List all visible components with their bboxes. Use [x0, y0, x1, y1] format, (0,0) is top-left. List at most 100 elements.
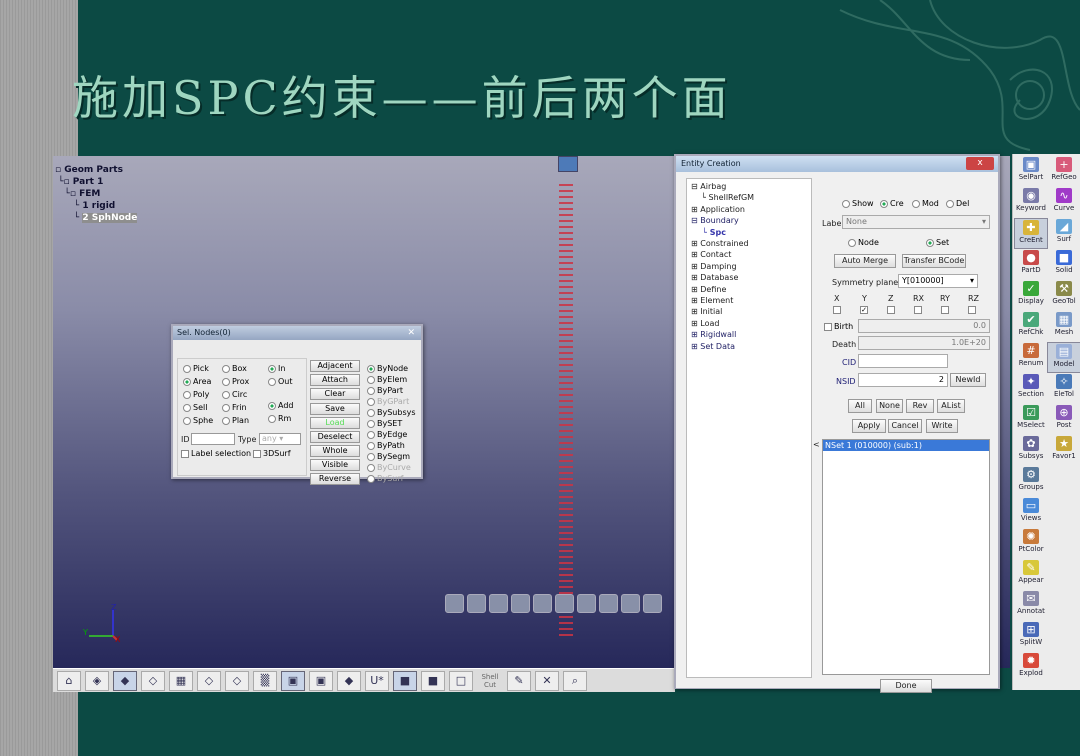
cancel-button[interactable]: Cancel — [888, 419, 922, 433]
geotol-button[interactable]: ⚒ GeoTol — [1047, 280, 1080, 311]
mode-byelem[interactable]: ByElem — [367, 375, 407, 384]
radio-box[interactable]: Box — [222, 364, 247, 373]
birth-input[interactable]: 0.0 — [858, 319, 990, 333]
label-selection-checkbox[interactable]: Label selection — [181, 449, 251, 458]
mode-bycurve[interactable]: ByCurve — [367, 463, 411, 472]
keyword-button[interactable]: ◉ Keyword — [1014, 187, 1048, 218]
dof-z-checkbox[interactable] — [887, 306, 895, 314]
save-button[interactable]: Save — [310, 403, 360, 415]
radio-set[interactable]: Set — [926, 238, 949, 247]
appear-button[interactable]: ✎ Appear — [1014, 559, 1048, 590]
radio-show[interactable]: Show — [842, 199, 874, 208]
tree-node-define[interactable]: ⊞ Define — [691, 284, 811, 295]
3dsurf-checkbox[interactable]: 3DSurf — [253, 449, 291, 458]
radio-out[interactable]: Out — [268, 377, 293, 386]
radio-circ[interactable]: Circ — [222, 390, 247, 399]
cid-input[interactable] — [858, 354, 948, 368]
wire-view-icon[interactable]: ◈ — [85, 670, 109, 691]
dof-rx-checkbox[interactable] — [914, 306, 922, 314]
radio-area[interactable]: Area — [183, 377, 211, 386]
zoom-icon[interactable]: ⌕ — [563, 670, 587, 691]
explod-button[interactable]: ✹ Explod — [1014, 652, 1048, 683]
curve-button[interactable]: ∿ Curve — [1047, 187, 1080, 218]
mode-bypath[interactable]: ByPath — [367, 441, 405, 450]
mode-bynode[interactable]: ByNode — [367, 364, 408, 373]
mode-bysegm[interactable]: BySegm — [367, 452, 410, 461]
solid-view-icon[interactable]: ▣ — [281, 670, 305, 691]
dof-ry-checkbox[interactable] — [941, 306, 949, 314]
box-wire-icon[interactable]: □ — [449, 670, 473, 691]
tree-item-rigid[interactable]: └ 1 rigid — [55, 200, 137, 212]
reverse-button[interactable]: Reverse — [310, 473, 360, 485]
transfer-bcode-button[interactable]: Transfer BCode — [902, 254, 966, 268]
eletol-button[interactable]: ✧ EleTol — [1047, 373, 1080, 404]
u-star-icon[interactable]: U* — [365, 670, 389, 691]
write-button[interactable]: Write — [926, 419, 958, 433]
mode-bysubsys[interactable]: BySubsys — [367, 408, 416, 417]
radio-node[interactable]: Node — [848, 238, 879, 247]
radio-sphe[interactable]: Sphe — [183, 416, 213, 425]
tree-node-application[interactable]: ⊞ Application — [691, 204, 811, 215]
grid-view-icon[interactable]: ▒ — [253, 670, 277, 691]
tree-node-airbag[interactable]: ⊟ Airbag — [691, 181, 811, 192]
home-view-icon[interactable]: ⌂ — [57, 670, 81, 691]
subsys-button[interactable]: ✿ Subsys — [1014, 435, 1048, 466]
tree-item-sphnode[interactable]: └ 2 SphNode — [55, 212, 138, 224]
mode-bypart[interactable]: ByPart — [367, 386, 403, 395]
keyword-tree[interactable]: ⊟ Airbag └ ShellRefGM ⊞ Application ⊟ Bo… — [686, 178, 812, 678]
radio-mod[interactable]: Mod — [912, 199, 939, 208]
dof-y-checkbox[interactable]: ✓ — [860, 306, 868, 314]
tree-node-initial[interactable]: ⊞ Initial — [691, 306, 811, 317]
radio-add[interactable]: Add — [268, 401, 294, 410]
load-button[interactable]: Load — [310, 417, 360, 429]
creent-button[interactable]: ✚ CreEnt — [1014, 218, 1048, 249]
symmetry-plane-select[interactable]: Y[010000] ▾ — [898, 274, 978, 288]
tree-node-contact[interactable]: ⊞ Contact — [691, 249, 811, 260]
box-blue-icon[interactable]: ■ — [393, 670, 417, 691]
entity-list[interactable]: NSet 1 (010000) (sub:1) — [822, 439, 990, 675]
dof-rz-checkbox[interactable] — [968, 306, 976, 314]
attach-button[interactable]: Attach — [310, 374, 360, 386]
radio-del[interactable]: Del — [946, 199, 969, 208]
tree-node-rigidwall[interactable]: ⊞ Rigidwall — [691, 329, 811, 340]
radio-cre[interactable]: Cre — [880, 199, 904, 208]
radio-plan[interactable]: Plan — [222, 416, 249, 425]
birth-checkbox[interactable]: Birth — [824, 322, 853, 331]
label-select[interactable]: None ▾ — [842, 215, 990, 229]
splitw-button[interactable]: ⊞ SplitW — [1014, 621, 1048, 652]
shade-view-icon[interactable]: ◆ — [113, 670, 137, 691]
favor1-button[interactable]: ★ Favor1 — [1047, 435, 1080, 466]
radio-in[interactable]: In — [268, 364, 285, 373]
whole-button[interactable]: Whole — [310, 445, 360, 457]
solid-button[interactable]: ■ Solid — [1047, 249, 1080, 280]
mode-byedge[interactable]: ByEdge — [367, 430, 407, 439]
display-button[interactable]: ✓ Display — [1014, 280, 1048, 311]
tree-node-element[interactable]: ⊞ Element — [691, 295, 811, 306]
radio-prox[interactable]: Prox — [222, 377, 249, 386]
visible-button[interactable]: Visible — [310, 459, 360, 471]
tree-node-boundary[interactable]: ⊟ Boundary — [691, 215, 811, 226]
model-button[interactable]: ▤ Model — [1047, 342, 1080, 373]
views-button[interactable]: ▭ Views — [1014, 497, 1048, 528]
deselect-button[interactable]: Deselect — [310, 431, 360, 443]
id-input[interactable] — [191, 433, 235, 445]
radio-rm[interactable]: Rm — [268, 414, 291, 423]
tree-node-spc[interactable]: └ Spc — [691, 227, 811, 238]
radio-poly[interactable]: Poly — [183, 390, 209, 399]
mode-bygpart[interactable]: ByGPart — [367, 397, 409, 406]
tree-node-load[interactable]: ⊞ Load — [691, 318, 811, 329]
tree-node-set-data[interactable]: ⊞ Set Data — [691, 341, 811, 352]
mesh-button[interactable]: ▦ Mesh — [1047, 311, 1080, 342]
close-view-icon[interactable]: ✕ — [535, 670, 559, 691]
cube-view-icon[interactable]: ◇ — [141, 670, 165, 691]
shell-cut-button[interactable]: Shell Cut — [477, 673, 503, 689]
tree-node-damping[interactable]: ⊞ Damping — [691, 261, 811, 272]
radio-pick[interactable]: Pick — [183, 364, 209, 373]
refchk-button[interactable]: ✔ RefChk — [1014, 311, 1048, 342]
all-button[interactable]: All — [848, 399, 872, 413]
partd-button[interactable]: ● PartD — [1014, 249, 1048, 280]
front-view-icon[interactable]: ◇ — [225, 670, 249, 691]
alist-button[interactable]: AList — [937, 399, 965, 413]
adjacent-button[interactable]: Adjacent — [310, 360, 360, 372]
tree-group[interactable]: └▫ FEM — [55, 188, 137, 200]
